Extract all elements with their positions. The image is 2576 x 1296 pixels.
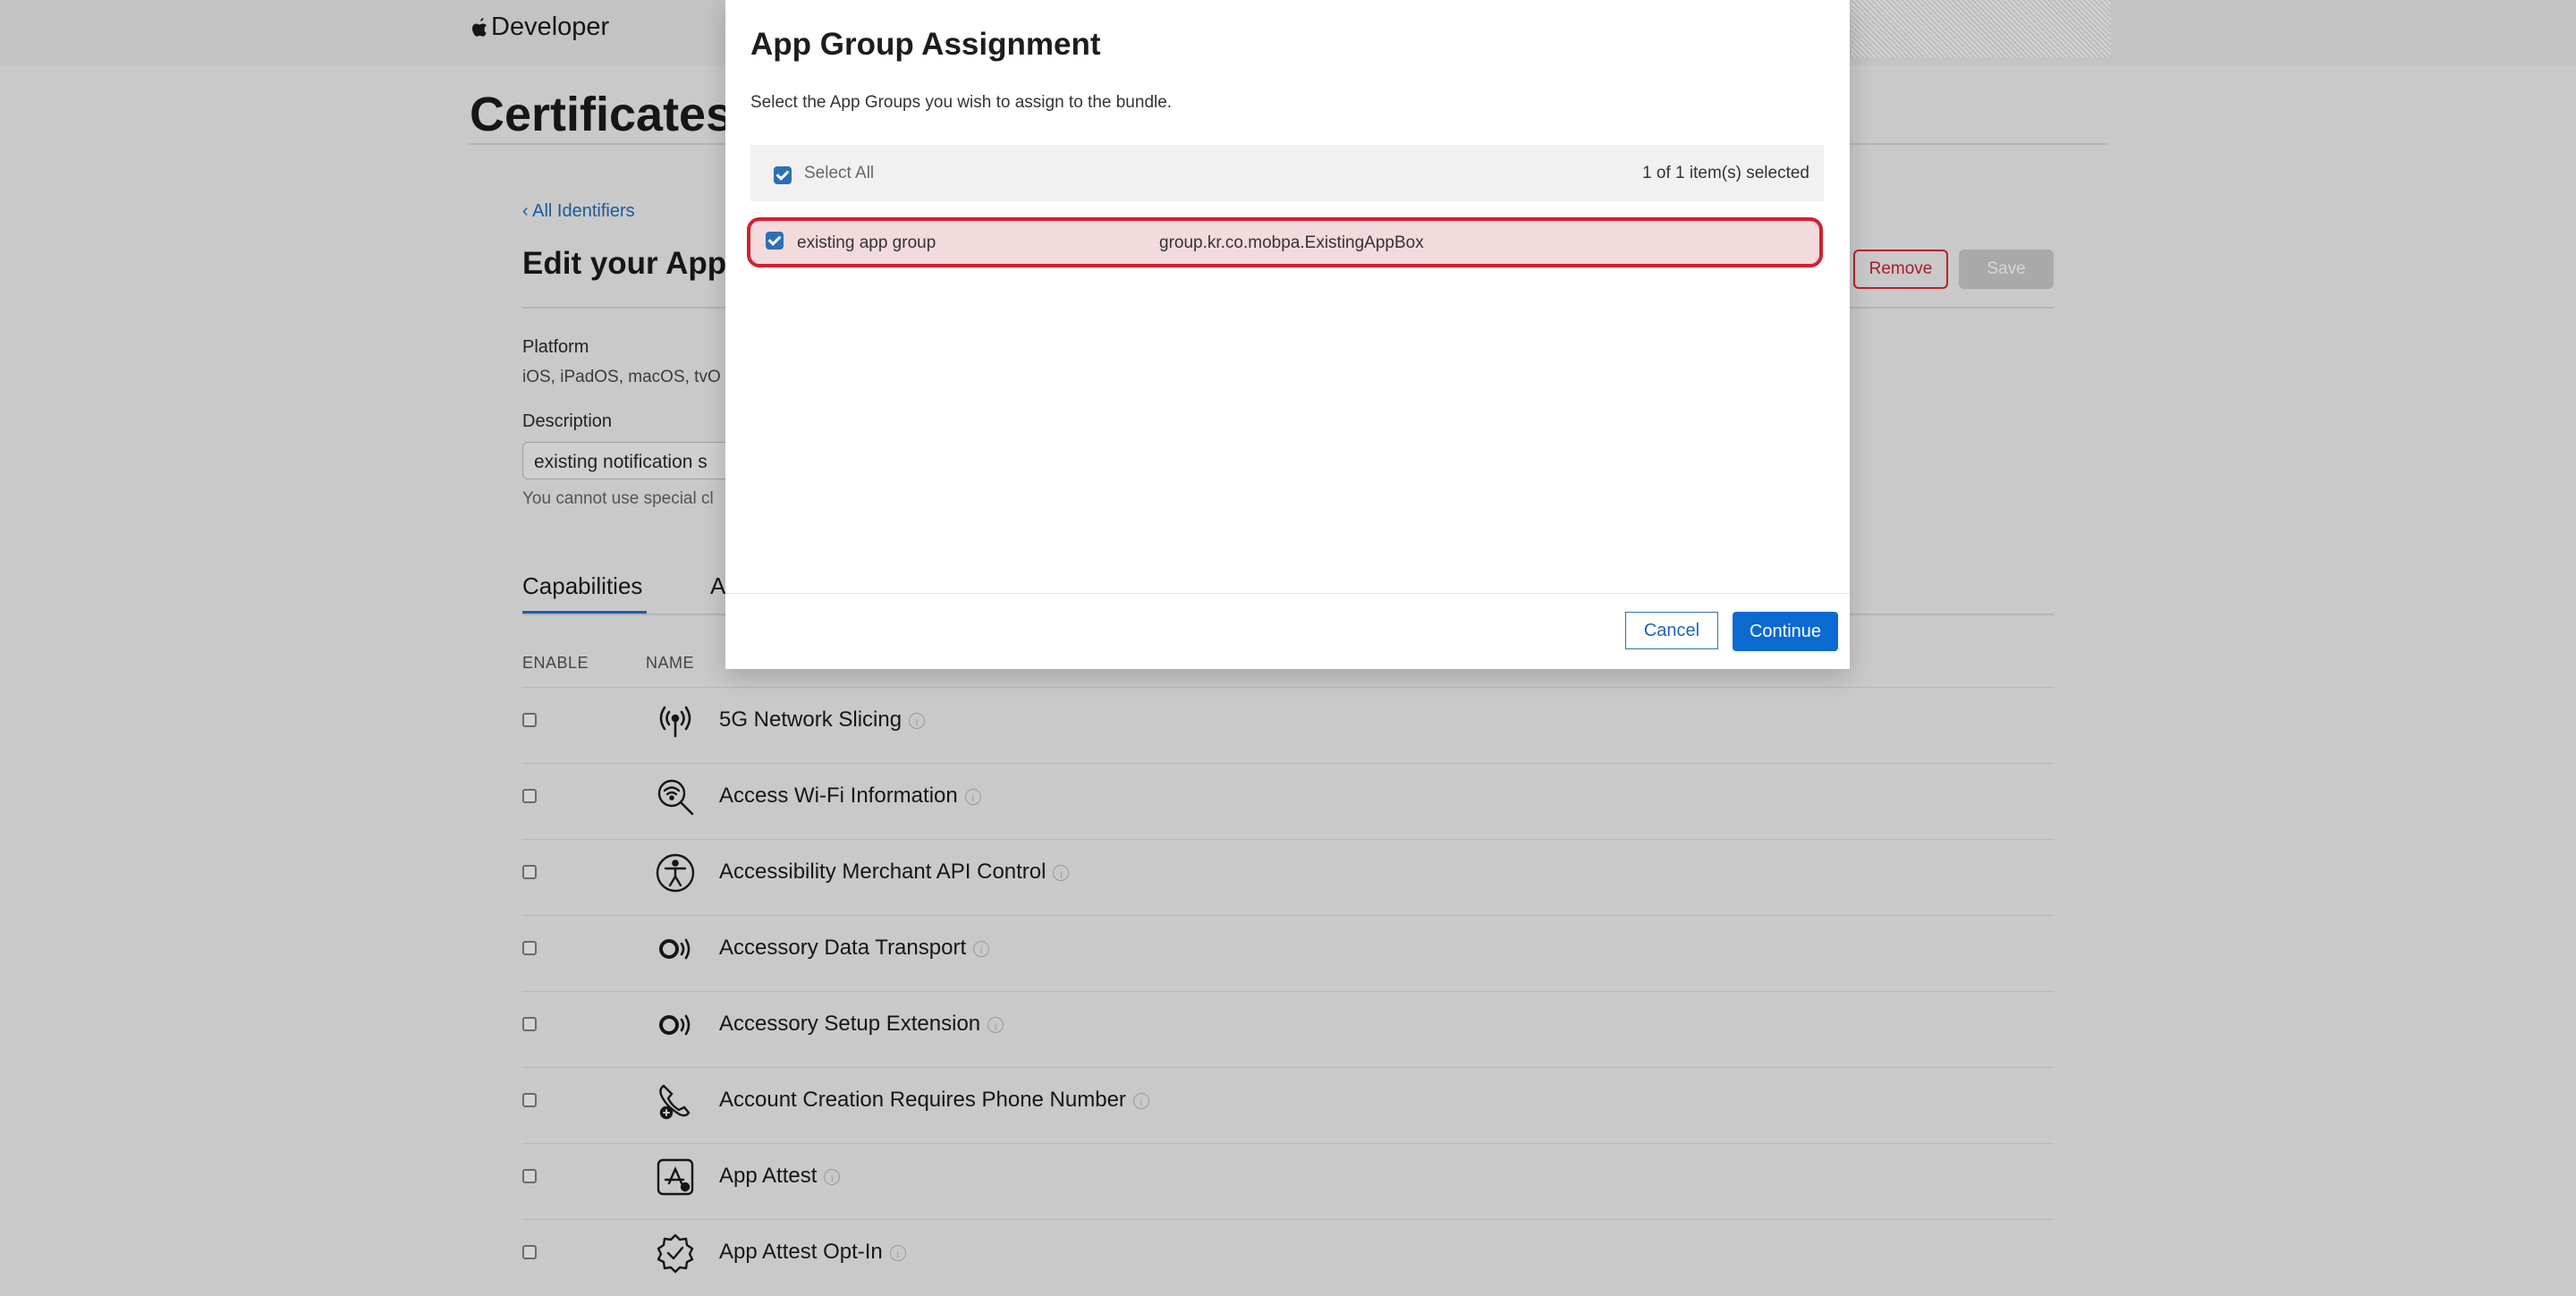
enable-checkbox[interactable] bbox=[522, 1245, 537, 1259]
select-all-label[interactable]: Select All bbox=[804, 164, 874, 183]
info-icon[interactable]: i bbox=[1132, 1092, 1149, 1109]
save-button[interactable]: Save bbox=[1959, 250, 2054, 289]
wifi-search-icon bbox=[657, 779, 694, 816]
capability-row: Accessory Setup Extension i bbox=[522, 991, 2054, 1068]
app-attest-icon bbox=[657, 1158, 694, 1196]
capability-row: Accessory Data Transport i bbox=[522, 915, 2054, 992]
capability-row: App Attest Opt-In i bbox=[522, 1219, 2054, 1296]
capability-name: Accessory Data Transport bbox=[719, 936, 967, 960]
phone-number-icon bbox=[659, 1084, 691, 1120]
accessibility-icon bbox=[656, 853, 695, 893]
capability-row: App Attest i bbox=[522, 1143, 2054, 1220]
app-group-checkbox[interactable] bbox=[766, 232, 784, 250]
continue-button[interactable]: Continue bbox=[1733, 612, 1838, 651]
antenna-icon bbox=[659, 706, 691, 738]
info-icon[interactable]: i bbox=[973, 940, 990, 957]
app-group-assignment-dialog: App Group Assignment Select the App Grou… bbox=[725, 0, 1850, 669]
capability-name: Access Wi-Fi Information bbox=[719, 784, 958, 808]
enable-checkbox[interactable] bbox=[522, 1169, 537, 1183]
select-all-checkbox[interactable] bbox=[774, 166, 792, 184]
info-icon[interactable]: i bbox=[1053, 864, 1070, 881]
capability-name: App Attest Opt-In bbox=[719, 1240, 883, 1264]
capability-name: 5G Network Slicing bbox=[719, 707, 902, 732]
name-column-header: NAME bbox=[646, 654, 695, 672]
dialog-footer: Cancel Continue bbox=[725, 593, 1850, 670]
enable-checkbox[interactable] bbox=[522, 1017, 537, 1031]
enable-column-header: ENABLE bbox=[522, 654, 589, 672]
enable-checkbox[interactable] bbox=[522, 941, 537, 955]
capability-name: Accessory Setup Extension bbox=[719, 1012, 981, 1036]
edit-app-title: Edit your App bbox=[522, 246, 727, 281]
capability-name: Accessibility Merchant API Control bbox=[719, 860, 1046, 884]
capability-row: Access Wi-Fi Information i bbox=[522, 763, 2054, 840]
platform-value: iOS, iPadOS, macOS, tvO bbox=[522, 368, 721, 386]
platform-label: Platform bbox=[522, 337, 589, 357]
dialog-subtitle: Select the App Groups you wish to assign… bbox=[750, 93, 1173, 112]
developer-brand-text: Developer bbox=[491, 13, 610, 41]
app-group-row[interactable]: existing app group group.kr.co.mobpa.Exi… bbox=[747, 217, 1823, 267]
description-hint: You cannot use special cl bbox=[522, 489, 714, 508]
tab-app-services[interactable]: A bbox=[710, 572, 725, 600]
accessory-icon bbox=[659, 1014, 691, 1036]
info-icon[interactable]: i bbox=[909, 712, 926, 729]
info-icon[interactable]: i bbox=[987, 1016, 1004, 1033]
dialog-title: App Group Assignment bbox=[750, 27, 1101, 62]
cancel-button[interactable]: Cancel bbox=[1625, 612, 1718, 649]
capability-row: 5G Network Slicing i bbox=[522, 687, 2054, 764]
accessory-icon bbox=[659, 938, 691, 960]
enable-checkbox[interactable] bbox=[522, 865, 537, 879]
page-title: Certificates bbox=[470, 88, 733, 141]
header-decoration bbox=[1852, 0, 2111, 57]
badge-check-icon bbox=[657, 1233, 694, 1274]
all-identifiers-link[interactable]: ‹ All Identifiers bbox=[522, 201, 635, 222]
enable-checkbox[interactable] bbox=[522, 713, 537, 727]
app-group-identifier: group.kr.co.mobpa.ExistingAppBox bbox=[1159, 233, 1424, 252]
description-label: Description bbox=[522, 411, 613, 431]
info-icon[interactable]: i bbox=[824, 1168, 841, 1185]
info-icon[interactable]: i bbox=[889, 1244, 906, 1261]
capability-name: Account Creation Requires Phone Number bbox=[719, 1088, 1126, 1112]
capability-name: App Attest bbox=[719, 1164, 818, 1188]
remove-button[interactable]: Remove bbox=[1853, 250, 1948, 289]
developer-logo[interactable]: Developer bbox=[470, 13, 609, 42]
app-group-name: existing app group bbox=[797, 233, 936, 252]
enable-checkbox[interactable] bbox=[522, 1093, 537, 1107]
select-all-bar: Select All 1 of 1 item(s) selected bbox=[750, 145, 1824, 201]
capability-row: Accessibility Merchant API Control i bbox=[522, 839, 2054, 916]
info-icon[interactable]: i bbox=[964, 788, 981, 805]
apple-logo-icon bbox=[472, 17, 487, 37]
selection-count: 1 of 1 item(s) selected bbox=[1642, 164, 1809, 182]
enable-checkbox[interactable] bbox=[522, 789, 537, 803]
tab-capabilities[interactable]: Capabilities bbox=[522, 572, 642, 600]
capability-row: Account Creation Requires Phone Number i bbox=[522, 1067, 2054, 1144]
